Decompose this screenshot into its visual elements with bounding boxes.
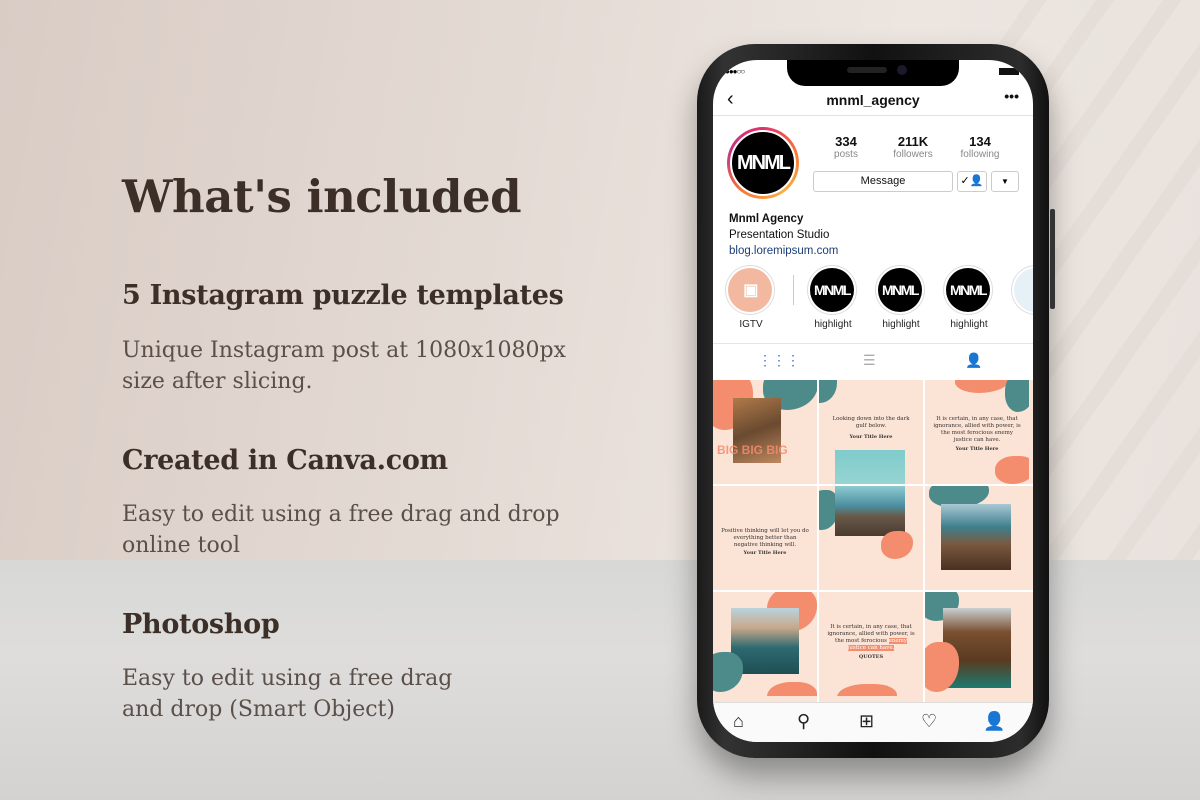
post-title: Your Title Here <box>955 446 999 452</box>
big-text: BIG BIG BIG <box>717 443 788 457</box>
grid-divider <box>817 380 819 702</box>
home-icon[interactable]: ⌂ <box>733 711 744 732</box>
heart-icon[interactable]: ♡ <box>921 711 937 732</box>
feature-heading: Created in Canva.com <box>122 445 448 476</box>
igtv-icon: ▣ <box>728 268 772 312</box>
profile-nav-bar: ‹ mnml_agency ••• <box>713 86 1033 116</box>
phone-mockup: ●●●○○ ‹ mnml_agency ••• MNML 334 posts 2… <box>697 44 1055 758</box>
stat-following[interactable]: 134 following <box>947 134 1013 160</box>
mnml-logo-icon: MNML <box>810 268 854 312</box>
profile-link[interactable]: blog.loremipsum.com <box>729 243 838 259</box>
feature-heading: Photoshop <box>122 609 280 640</box>
grid-divider <box>713 484 1033 486</box>
post-quote: It is certain, in any case, that ignoran… <box>827 624 915 652</box>
feature-description: Unique Instagram post at 1080x1080px siz… <box>122 338 566 394</box>
feature-heading: 5 Instagram puzzle templates <box>122 280 564 311</box>
grid-icon[interactable]: ⋮⋮⋮ <box>758 352 800 369</box>
stat-label: followers <box>893 149 933 160</box>
quotes-label: QUOTES <box>858 654 884 660</box>
mnml-logo-icon: MNML <box>878 268 922 312</box>
post-title: Your Title Here <box>849 434 893 440</box>
message-button[interactable]: Message <box>813 171 953 192</box>
post-photo <box>941 504 1011 570</box>
stat-label: posts <box>834 149 858 160</box>
post-photo <box>835 450 905 484</box>
post-tile[interactable]: Looking down into the dark gulf below. Y… <box>819 380 923 484</box>
phone-side-button <box>1050 209 1055 309</box>
bottom-nav: ⌂ ⚲ ⊞ ♡ 👤 <box>713 702 1033 742</box>
post-quote: It is certain, in any case, that ignoran… <box>933 416 1021 443</box>
post-tile[interactable] <box>925 486 1029 590</box>
highlight-cover-icon <box>1014 268 1033 312</box>
highlight-igtv[interactable]: ▣ IGTV <box>725 265 777 330</box>
profile-handle: mnml_agency <box>826 92 920 108</box>
highlight-item[interactable]: MNML highlight <box>875 265 927 330</box>
post-title: Your Title Here <box>743 550 787 556</box>
grid-divider <box>923 380 925 702</box>
profile-tabs: ⋮⋮⋮ ☰ 👤 <box>713 343 1033 379</box>
post-tile[interactable] <box>819 486 923 590</box>
highlight-item[interactable]: h <box>1011 265 1033 330</box>
post-quote: Looking down into the dark gulf below. <box>832 416 910 429</box>
post-tile[interactable] <box>925 592 1029 696</box>
stat-followers[interactable]: 211K followers <box>880 134 946 160</box>
tagged-icon[interactable]: 👤 <box>965 352 982 369</box>
list-icon[interactable]: ☰ <box>863 352 876 369</box>
post-tile[interactable]: Positive thinking will let you do everyt… <box>713 486 817 590</box>
highlight-label: IGTV <box>739 319 763 330</box>
stat-value: 334 <box>835 134 857 149</box>
avatar-logo: MNML <box>730 130 796 196</box>
stat-value: 134 <box>969 134 991 149</box>
battery-icon <box>999 68 1019 75</box>
signal-icon: ●●●○○ <box>725 67 745 76</box>
page-title: What's included <box>122 170 522 223</box>
more-options-icon[interactable]: ••• <box>1004 88 1019 104</box>
highlight-label: highlight <box>882 319 920 330</box>
phone-notch <box>787 60 959 86</box>
following-icon[interactable]: ✓👤 <box>957 171 987 192</box>
avatar[interactable]: MNML <box>727 127 799 199</box>
post-photo <box>835 486 905 536</box>
stat-posts[interactable]: 334 posts <box>813 134 879 160</box>
camera-icon <box>897 65 907 75</box>
dropdown-icon[interactable]: ▼ <box>991 171 1019 192</box>
highlight-item[interactable]: MNML highlight <box>807 265 859 330</box>
search-icon[interactable]: ⚲ <box>797 711 810 732</box>
mnml-logo-icon: MNML <box>946 268 990 312</box>
story-highlights: ▣ IGTV MNML highlight MNML highlight MNM… <box>725 265 1033 335</box>
highlight-item[interactable]: MNML highlight <box>943 265 995 330</box>
speaker-grille <box>847 67 887 73</box>
phone-screen: ●●●○○ ‹ mnml_agency ••• MNML 334 posts 2… <box>713 60 1033 742</box>
post-quote: Positive thinking will let you do everyt… <box>721 528 809 548</box>
stat-label: following <box>960 149 1000 160</box>
highlight-label: h <box>1011 319 1033 330</box>
highlight-divider <box>793 275 794 305</box>
profile-bio: Mnml Agency Presentation Studio blog.lor… <box>729 211 838 259</box>
stat-value: 211K <box>897 134 929 149</box>
profile-stats: 334 posts 211K followers 134 following <box>813 134 1013 160</box>
feature-description: Easy to edit using a free drag and drop … <box>122 502 560 558</box>
profile-icon[interactable]: 👤 <box>983 711 1005 732</box>
profile-name: Mnml Agency <box>729 213 804 225</box>
post-grid: BIG BIG BIG Looking down into the dark g… <box>713 380 1033 702</box>
add-post-icon[interactable]: ⊞ <box>859 711 874 732</box>
post-tile[interactable]: It is certain, in any case, that ignoran… <box>925 380 1029 484</box>
post-tile[interactable] <box>713 592 817 696</box>
highlight-label: highlight <box>950 319 988 330</box>
highlight-label: highlight <box>814 319 852 330</box>
feature-description: Easy to edit using a free drag and drop … <box>122 666 453 722</box>
post-tile[interactable]: It is certain, in any case, that ignoran… <box>819 592 923 696</box>
profile-category: Presentation Studio <box>729 229 830 241</box>
post-tile[interactable]: BIG BIG BIG <box>713 380 817 484</box>
grid-divider <box>713 590 1033 592</box>
